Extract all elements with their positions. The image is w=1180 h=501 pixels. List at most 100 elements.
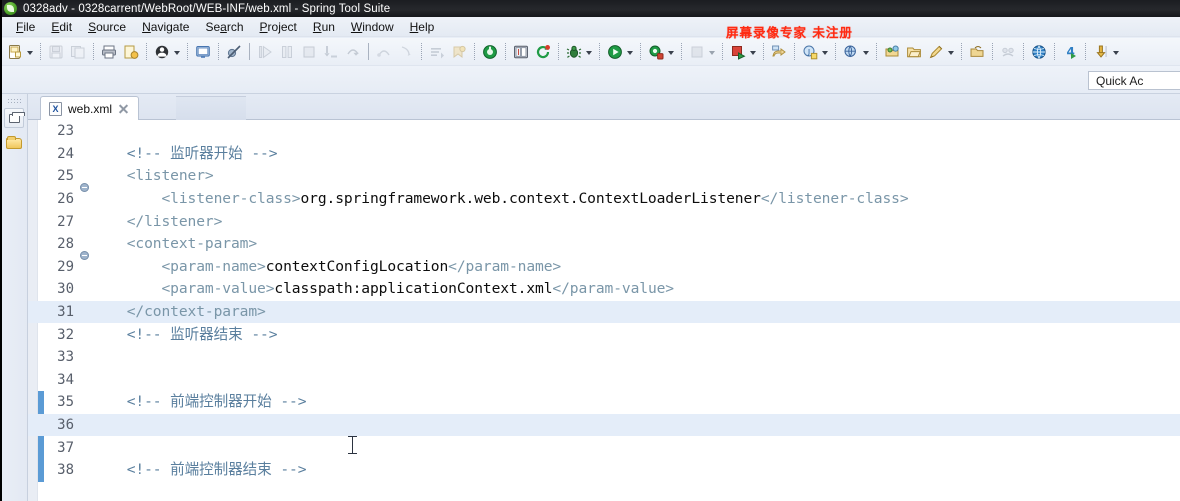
web-browser-icon[interactable] xyxy=(1029,42,1049,62)
toolbar-group xyxy=(479,42,501,62)
code-token-tag: <param-name> xyxy=(161,257,266,275)
menu-item-project[interactable]: Project xyxy=(252,19,305,35)
spring-bean-icon[interactable] xyxy=(152,42,172,62)
code-text: <!-- 前端控制器结束 --> xyxy=(92,460,1180,480)
menu-item-navigate[interactable]: Navigate xyxy=(134,19,197,35)
run-dropdown-icon[interactable] xyxy=(626,43,635,61)
xml-code-editor[interactable]: 23 24 <!-- 监听器开始 --> 25 <listener> 26 <list… xyxy=(28,120,1180,501)
code-line[interactable]: 36 xyxy=(28,413,1180,437)
code-line[interactable]: 35 <!-- 前端控制器开始 --> xyxy=(28,391,1180,414)
debug-icon[interactable] xyxy=(564,42,584,62)
dollar-4-icon[interactable]: 4 xyxy=(1060,42,1080,62)
run-server-dropdown-icon[interactable] xyxy=(749,43,758,61)
code-token-tag: </listener> xyxy=(126,212,223,230)
external-tools-icon[interactable] xyxy=(646,42,666,62)
new-java-package-icon[interactable] xyxy=(769,42,789,62)
code-line[interactable]: 37 xyxy=(28,436,1180,459)
menu-item-search[interactable]: Search xyxy=(197,19,251,35)
spring-bean-dropdown-icon[interactable] xyxy=(173,43,182,61)
code-line[interactable]: 30 <param-value>classpath:applicationCon… xyxy=(28,278,1180,301)
code-line[interactable]: 25 <listener> xyxy=(28,165,1180,193)
download-dropdown-icon[interactable] xyxy=(1112,43,1121,61)
code-token-tag: <param-value> xyxy=(161,280,275,298)
code-text: <param-value>classpath:applicationContex… xyxy=(92,279,1180,299)
menu-item-run[interactable]: Run xyxy=(305,19,343,35)
code-token-txt: classpath:applicationContext.xml xyxy=(274,280,553,298)
resume-icon xyxy=(255,42,275,62)
restore-view-icon[interactable] xyxy=(4,108,25,128)
open-task-icon[interactable] xyxy=(967,42,987,62)
code-line[interactable]: 26 <listener-class>org.springframework.w… xyxy=(28,188,1180,211)
new-class-dropdown-icon[interactable] xyxy=(821,43,830,61)
new-wizard-icon[interactable] xyxy=(5,42,25,62)
code-line[interactable]: 34 xyxy=(28,369,1180,392)
code-line[interactable]: 31 </context-param> xyxy=(28,300,1180,324)
line-number: 38 xyxy=(57,462,74,479)
toolbar-group xyxy=(98,42,142,62)
code-line[interactable]: 38 <!-- 前端控制器结束 --> xyxy=(28,459,1180,482)
toolbar-separator xyxy=(992,43,993,60)
toggle-editor-icon[interactable] xyxy=(511,42,531,62)
toolbar-group: J xyxy=(799,42,831,62)
code-line[interactable]: 33 xyxy=(28,346,1180,369)
code-line[interactable]: 28 <context-param> xyxy=(28,233,1180,261)
code-line[interactable]: 29 <param-name>contextConfigLocation</pa… xyxy=(28,256,1180,279)
editor-tab-web-xml[interactable]: X web.xml xyxy=(40,96,140,120)
open-console-icon[interactable] xyxy=(193,42,213,62)
new-class-icon[interactable]: J xyxy=(800,42,820,62)
toolbar-group xyxy=(645,42,677,62)
package-explorer-icon[interactable] xyxy=(4,132,24,152)
quick-access-row: Quick Ac xyxy=(0,66,1180,94)
search-icon[interactable] xyxy=(841,42,861,62)
toolbar-group xyxy=(223,42,245,62)
download-icon[interactable] xyxy=(1091,42,1111,62)
code-text: <listener-class>org.springframework.web.… xyxy=(92,189,1180,209)
toolbar-group xyxy=(4,42,36,62)
quick-access-input[interactable]: Quick Ac xyxy=(1088,71,1180,90)
toolbar-group xyxy=(151,42,183,62)
code-line[interactable]: 24 <!-- 监听器开始 --> xyxy=(28,143,1180,166)
main-toolbar: J4 xyxy=(0,38,1180,66)
coverage-dropdown-icon[interactable] xyxy=(708,43,717,61)
line-number: 37 xyxy=(57,439,74,456)
menu-item-source[interactable]: Source xyxy=(80,19,134,35)
toolbar-separator xyxy=(1054,43,1055,60)
code-token-tag: </listener-class> xyxy=(760,190,909,208)
skip-breakpoints-icon[interactable] xyxy=(224,42,244,62)
close-icon[interactable] xyxy=(118,103,129,114)
print-icon[interactable] xyxy=(99,42,119,62)
rail-drag-handle[interactable] xyxy=(7,98,21,104)
line-number: 34 xyxy=(57,371,74,388)
run-icon[interactable] xyxy=(605,42,625,62)
refresh-icon[interactable] xyxy=(533,42,553,62)
run-server-icon[interactable] xyxy=(728,42,748,62)
window-title: 0328adv - 0328carrent/WebRoot/WEB-INF/we… xyxy=(23,2,391,15)
server-start-icon[interactable] xyxy=(480,42,500,62)
toolbar-group xyxy=(997,42,1019,62)
menu-item-window[interactable]: Window xyxy=(343,19,402,35)
open-type-icon[interactable] xyxy=(882,42,902,62)
new-snippet-dropdown-icon[interactable] xyxy=(947,43,956,61)
menu-item-file[interactable]: File xyxy=(8,19,43,35)
toolbar-separator xyxy=(368,43,369,60)
validate-icon[interactable] xyxy=(121,42,141,62)
line-number: 36 xyxy=(57,417,74,434)
svg-text:J: J xyxy=(807,48,810,56)
toolbar-separator xyxy=(722,43,723,60)
toolbar-separator xyxy=(681,43,682,60)
new-snippet-icon[interactable] xyxy=(926,42,946,62)
external-tools-dropdown-icon[interactable] xyxy=(667,43,676,61)
search-dropdown-icon[interactable] xyxy=(862,43,871,61)
code-line[interactable]: 23 xyxy=(28,120,1180,143)
code-line[interactable]: 27 </listener> xyxy=(28,210,1180,233)
line-number: 28 xyxy=(57,236,74,253)
code-token-tag: <listener> xyxy=(126,167,214,185)
toolbar-group xyxy=(254,42,364,62)
open-resource-icon[interactable] xyxy=(904,42,924,62)
menu-item-help[interactable]: Help xyxy=(402,19,443,35)
new-wizard-dropdown-icon[interactable] xyxy=(26,43,35,61)
debug-dropdown-icon[interactable] xyxy=(585,43,594,61)
menu-item-edit[interactable]: Edit xyxy=(43,19,80,35)
terminate-icon xyxy=(299,42,319,62)
code-line[interactable]: 32 <!-- 监听器结束 --> xyxy=(28,323,1180,346)
